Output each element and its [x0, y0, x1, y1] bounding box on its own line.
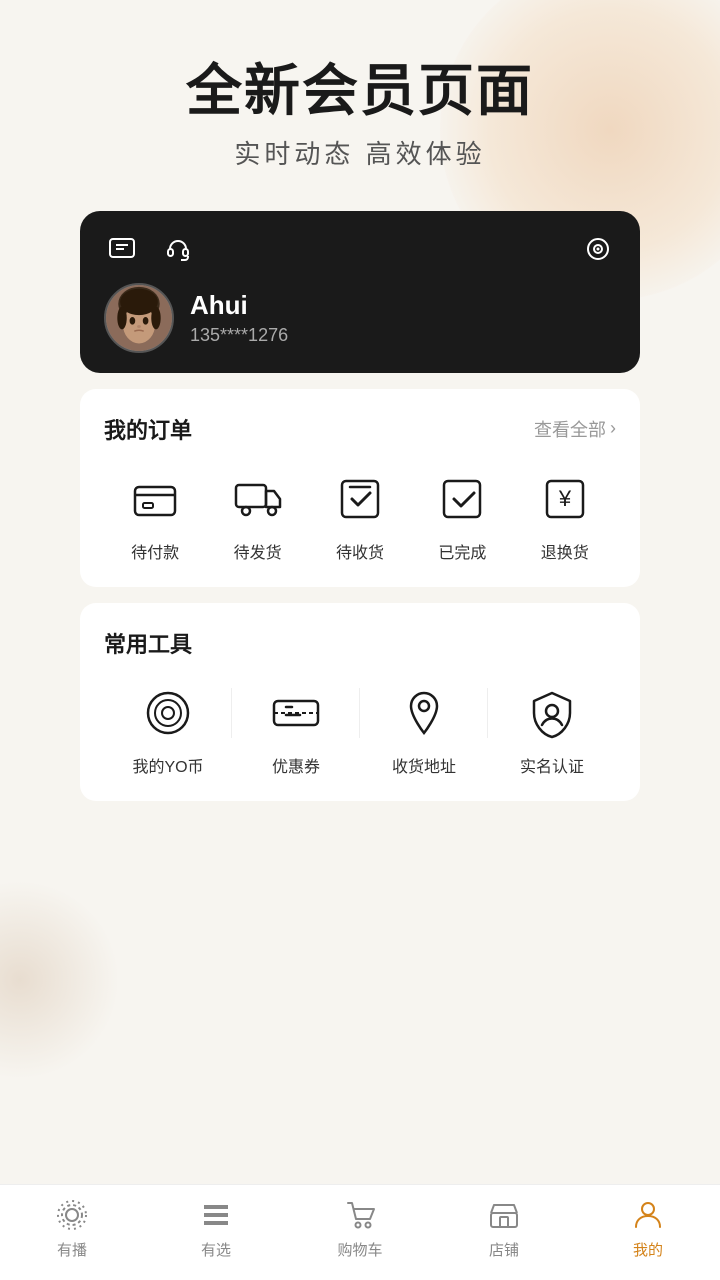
username: Ahui	[190, 290, 288, 321]
select-icon	[198, 1197, 234, 1233]
verify-label: 实名认证	[520, 753, 584, 777]
pending-ship-label: 待发货	[234, 539, 282, 563]
order-item-pending-ship[interactable]: 待发货	[228, 469, 288, 563]
return-label: 退换货	[541, 539, 589, 563]
message-icon[interactable]	[104, 231, 140, 267]
tools-icons-list: 我的YO币 优惠券 收货地址	[104, 683, 616, 777]
store-icon	[486, 1197, 522, 1233]
pending-ship-icon	[228, 469, 288, 529]
svg-text:¥: ¥	[558, 486, 572, 511]
main-title: 全新会员页面	[186, 60, 534, 122]
nav-item-live[interactable]: 有播	[22, 1197, 122, 1260]
yo-coins-icon	[138, 683, 198, 743]
order-item-pending-payment[interactable]: 待付款	[125, 469, 185, 563]
live-icon	[54, 1197, 90, 1233]
verify-icon	[522, 683, 582, 743]
return-icon: ¥	[535, 469, 595, 529]
avatar[interactable]	[104, 283, 174, 353]
cart-icon	[342, 1197, 378, 1233]
nav-item-select[interactable]: 有选	[166, 1197, 266, 1260]
tool-yo-coins[interactable]: 我的YO币	[104, 683, 232, 777]
profile-top-icons	[104, 231, 616, 267]
order-icons-list: 待付款 待发货 待收货	[104, 469, 616, 563]
nav-item-cart[interactable]: 购物车	[310, 1197, 410, 1260]
nav-item-store[interactable]: 店铺	[454, 1197, 554, 1260]
nav-label-live: 有播	[57, 1239, 87, 1260]
sub-title: 实时动态 高效体验	[186, 134, 534, 171]
orders-title: 我的订单	[104, 413, 192, 445]
mine-icon	[630, 1197, 666, 1233]
tools-card: 常用工具 我的YO币 优惠券	[80, 603, 640, 801]
profile-info: Ahui 135****1276	[104, 283, 616, 353]
orders-header: 我的订单 查看全部 ›	[104, 413, 616, 445]
nav-label-cart: 购物车	[337, 1239, 382, 1260]
completed-icon	[432, 469, 492, 529]
address-label: 收货地址	[392, 753, 456, 777]
pending-receive-label: 待收货	[336, 539, 384, 563]
tool-address[interactable]: 收货地址	[360, 683, 488, 777]
order-item-pending-receive[interactable]: 待收货	[330, 469, 390, 563]
bottom-nav: 有播 有选 购物车 店铺 我的	[0, 1184, 720, 1280]
tool-coupons[interactable]: 优惠券	[232, 683, 360, 777]
nav-label-mine: 我的	[633, 1239, 663, 1260]
coupons-label: 优惠券	[272, 753, 320, 777]
view-all-button[interactable]: 查看全部 ›	[534, 416, 616, 442]
card-area: Ahui 135****1276 我的订单 查看全部 › 待付款	[80, 211, 640, 801]
yo-coins-label: 我的YO币	[132, 753, 203, 777]
nav-label-select: 有选	[201, 1239, 231, 1260]
nav-item-mine[interactable]: 我的	[598, 1197, 698, 1260]
camera-icon[interactable]	[580, 231, 616, 267]
pending-receive-icon	[330, 469, 390, 529]
orders-card: 我的订单 查看全部 › 待付款 待发货	[80, 389, 640, 587]
profile-card: Ahui 135****1276	[80, 211, 640, 373]
pending-payment-icon	[125, 469, 185, 529]
pending-payment-label: 待付款	[131, 539, 179, 563]
completed-label: 已完成	[438, 539, 486, 563]
tools-header: 常用工具	[104, 627, 616, 659]
profile-text: Ahui 135****1276	[190, 290, 288, 346]
order-item-return[interactable]: ¥ 退换货	[535, 469, 595, 563]
phone: 135****1276	[190, 325, 288, 346]
profile-left-icons	[104, 231, 196, 267]
headset-icon[interactable]	[160, 231, 196, 267]
order-item-completed[interactable]: 已完成	[432, 469, 492, 563]
tool-verify[interactable]: 实名认证	[488, 683, 616, 777]
coupons-icon	[266, 683, 326, 743]
nav-label-store: 店铺	[489, 1239, 519, 1260]
header-section: 全新会员页面 实时动态 高效体验	[186, 60, 534, 171]
tools-title: 常用工具	[104, 627, 192, 659]
address-icon	[394, 683, 454, 743]
